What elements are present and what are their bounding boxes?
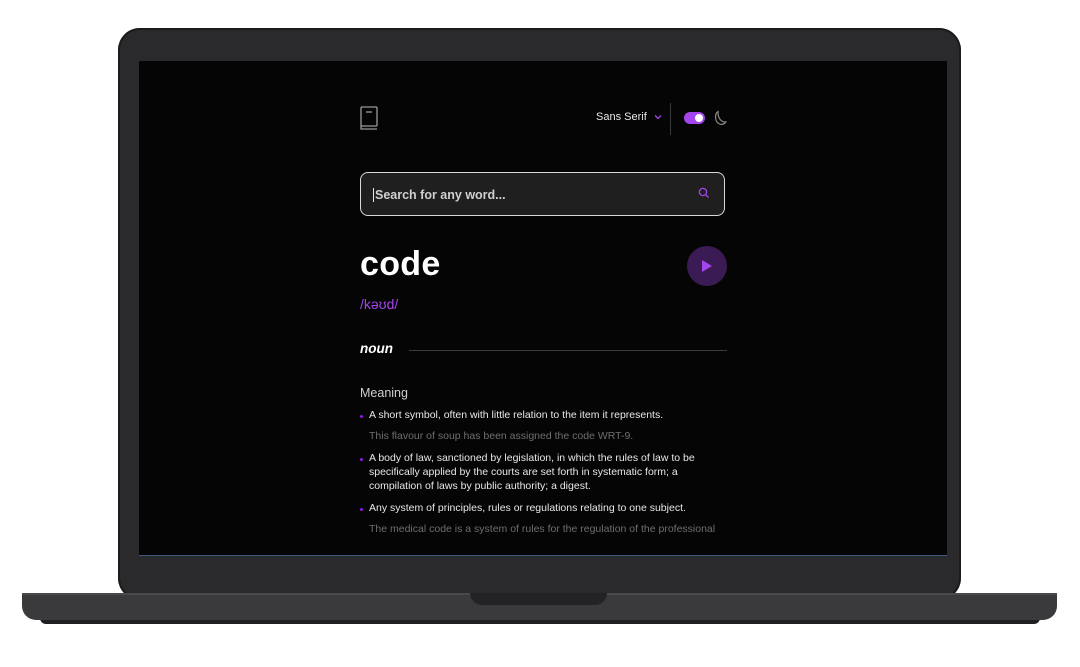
book-logo-icon[interactable] <box>360 106 378 130</box>
bullet <box>360 458 363 461</box>
play-icon <box>702 260 712 272</box>
font-family-label: Sans Serif <box>596 111 647 123</box>
definition-text: A body of law, sanctioned by legislation… <box>369 452 695 492</box>
laptop-notch <box>470 593 607 605</box>
meaning-heading: Meaning <box>360 386 408 400</box>
definition-example: The medical code is a system of rules fo… <box>369 523 716 535</box>
header-divider <box>670 103 671 135</box>
search-icon[interactable] <box>698 187 710 199</box>
theme-toggle[interactable] <box>684 112 705 124</box>
search-input[interactable] <box>373 173 697 216</box>
theme-toggle-knob <box>695 114 703 122</box>
play-pronunciation-button[interactable] <box>687 246 727 286</box>
definition-item: A body of law, sanctioned by legislation… <box>360 451 727 493</box>
dictionary-app: Sans Serif code /kəʊd/ <box>360 61 727 555</box>
bullet <box>360 508 363 511</box>
definition-text: A short symbol, often with little relati… <box>369 409 664 421</box>
bullet <box>360 415 363 418</box>
chevron-down-icon <box>654 115 662 120</box>
definition-example: This flavour of soup has been assigned t… <box>369 430 634 442</box>
phonetic-text: /kəʊd/ <box>360 296 399 312</box>
laptop-screen: Sans Serif code /kəʊd/ <box>139 61 947 556</box>
moon-icon <box>714 110 727 125</box>
word-title: code <box>360 245 441 283</box>
search-box[interactable] <box>360 172 725 216</box>
font-family-select[interactable]: Sans Serif <box>596 111 663 123</box>
definition-item: A short symbol, often with little relati… <box>360 408 727 443</box>
part-of-speech-row: noun <box>360 341 727 359</box>
app-header: Sans Serif <box>360 101 727 141</box>
definition-item: Any system of principles, rules or regul… <box>360 501 727 536</box>
definition-list: A short symbol, often with little relati… <box>360 408 727 544</box>
part-of-speech-divider <box>409 350 727 351</box>
definition-text: Any system of principles, rules or regul… <box>369 502 686 514</box>
part-of-speech: noun <box>360 341 393 356</box>
